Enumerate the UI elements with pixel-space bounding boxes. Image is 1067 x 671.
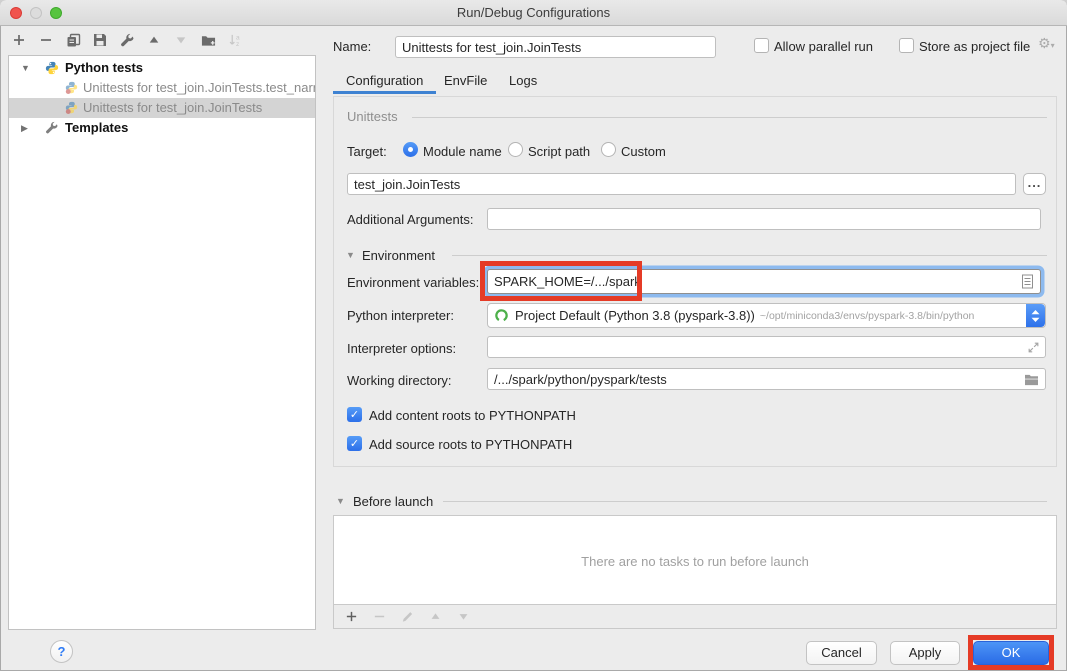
python-test-icon	[65, 101, 78, 114]
store-as-project-file-checkbox[interactable]	[899, 38, 914, 53]
add-content-roots-label: Add content roots to PYTHONPATH	[369, 408, 576, 423]
add-content-roots-checkbox[interactable]: ✓	[347, 407, 362, 422]
help-button[interactable]: ?	[50, 640, 73, 663]
add-source-roots-checkbox[interactable]: ✓	[347, 436, 362, 451]
edit-templates-icon[interactable]	[118, 31, 136, 49]
copy-configuration-icon[interactable]	[64, 31, 82, 49]
target-module-name-radio[interactable]	[403, 142, 418, 157]
tree-item-label: Python tests	[65, 58, 143, 78]
save-configuration-icon[interactable]	[91, 31, 109, 49]
module-name-field[interactable]: test_join.JoinTests	[347, 173, 1016, 195]
tree-item-label: Unittests for test_join.JoinTests.test_n…	[83, 78, 316, 98]
tab-configuration[interactable]: Configuration	[346, 73, 423, 88]
wrench-icon	[45, 121, 59, 135]
python-interpreter-value: Project Default (Python 3.8 (pyspark-3.8…	[515, 308, 755, 323]
unittests-group-title: Unittests	[347, 109, 398, 124]
move-down-icon	[172, 31, 190, 49]
interpreter-options-field[interactable]	[487, 336, 1046, 358]
expand-icon[interactable]: ▶	[21, 118, 33, 138]
window-title: Run/Debug Configurations	[0, 0, 1067, 25]
environment-variables-field[interactable]: SPARK_HOME=/.../spark	[487, 269, 1041, 294]
ok-button[interactable]: OK	[973, 641, 1049, 665]
expand-field-icon[interactable]	[1027, 337, 1040, 357]
move-task-up-icon	[426, 608, 444, 626]
no-tasks-message: There are no tasks to run before launch	[334, 554, 1056, 569]
new-folder-icon[interactable]	[199, 31, 217, 49]
python-interpreter-label: Python interpreter:	[347, 308, 454, 323]
tree-item-templates[interactable]: ▶ Templates	[9, 118, 315, 138]
configurations-tree: ▼ Python tests Unittests for test_join.J…	[8, 55, 316, 630]
titlebar: Run/Debug Configurations	[0, 0, 1067, 26]
before-launch-toolbar	[334, 604, 1056, 628]
before-launch-tasks-panel: There are no tasks to run before launch	[333, 515, 1057, 629]
remove-configuration-icon[interactable]	[37, 31, 55, 49]
working-directory-field[interactable]: /.../spark/python/pyspark/tests	[487, 368, 1046, 390]
conda-environment-icon	[494, 308, 509, 323]
browse-env-vars-icon[interactable]	[1021, 270, 1034, 293]
before-launch-label[interactable]: Before launch	[353, 494, 433, 509]
configurations-toolbar: az	[10, 31, 244, 49]
environment-variables-label: Environment variables:	[347, 275, 479, 290]
allow-parallel-run-checkbox[interactable]	[754, 38, 769, 53]
svg-text:z: z	[235, 41, 238, 48]
unittests-separator-line	[412, 117, 1047, 118]
sort-alphabetically-icon: az	[226, 31, 244, 49]
name-value: Unittests for test_join.JoinTests	[402, 40, 581, 55]
collapse-icon[interactable]: ▼	[21, 58, 33, 78]
target-label: Target:	[347, 144, 387, 159]
working-directory-label: Working directory:	[347, 373, 452, 388]
environment-separator-line	[452, 255, 1047, 256]
python-interpreter-dropdown[interactable]: Project Default (Python 3.8 (pyspark-3.8…	[487, 303, 1046, 328]
tree-item-unittests-test-narrow[interactable]: Unittests for test_join.JoinTests.test_n…	[9, 78, 315, 98]
environment-section-label[interactable]: Environment	[362, 248, 435, 263]
interpreter-options-label: Interpreter options:	[347, 341, 456, 356]
tree-item-python-tests[interactable]: ▼ Python tests	[9, 58, 315, 78]
browse-module-button[interactable]: ...	[1023, 173, 1046, 195]
tree-item-unittests-jointests[interactable]: Unittests for test_join.JoinTests	[9, 98, 315, 118]
edit-task-icon	[398, 608, 416, 626]
target-script-path-label[interactable]: Script path	[528, 144, 590, 159]
folder-icon[interactable]	[1024, 369, 1039, 389]
apply-button[interactable]: Apply	[890, 641, 960, 665]
target-custom-radio[interactable]	[601, 142, 616, 157]
python-icon	[45, 61, 59, 75]
remove-task-icon	[370, 608, 388, 626]
additional-arguments-field[interactable]	[487, 208, 1041, 230]
gear-icon[interactable]: ⚙▾	[1038, 36, 1055, 52]
tab-envfile[interactable]: EnvFile	[444, 73, 487, 88]
add-configuration-icon[interactable]	[10, 31, 28, 49]
target-custom-label[interactable]: Custom	[621, 144, 666, 159]
tree-item-label: Templates	[65, 118, 128, 138]
environment-variables-value: SPARK_HOME=/.../spark	[494, 274, 641, 289]
python-interpreter-path: ~/opt/miniconda3/envs/pyspark-3.8/bin/py…	[760, 310, 975, 322]
working-directory-value: /.../spark/python/pyspark/tests	[494, 372, 667, 387]
before-launch-separator-line	[443, 501, 1047, 502]
move-up-icon[interactable]	[145, 31, 163, 49]
tab-logs[interactable]: Logs	[509, 73, 537, 88]
tree-item-label: Unittests for test_join.JoinTests	[83, 98, 262, 118]
dropdown-stepper-icon[interactable]	[1026, 304, 1045, 327]
run-debug-configurations-dialog: Run/Debug Configurations az	[0, 0, 1067, 671]
add-source-roots-label: Add source roots to PYTHONPATH	[369, 437, 572, 452]
additional-arguments-label: Additional Arguments:	[347, 212, 473, 227]
move-task-down-icon	[454, 608, 472, 626]
python-test-icon	[65, 81, 78, 94]
target-script-path-radio[interactable]	[508, 142, 523, 157]
module-name-value: test_join.JoinTests	[354, 177, 460, 192]
active-tab-underline	[333, 91, 436, 94]
cancel-button[interactable]: Cancel	[806, 641, 877, 665]
add-task-icon[interactable]	[342, 608, 360, 626]
name-field[interactable]: Unittests for test_join.JoinTests	[395, 36, 716, 58]
target-module-name-label[interactable]: Module name	[423, 144, 502, 159]
before-launch-collapse-icon[interactable]: ▼	[336, 496, 345, 506]
name-label: Name:	[333, 39, 371, 54]
store-as-project-file-label: Store as project file	[919, 39, 1030, 54]
environment-collapse-icon[interactable]: ▼	[346, 250, 355, 260]
allow-parallel-run-label: Allow parallel run	[774, 39, 873, 54]
